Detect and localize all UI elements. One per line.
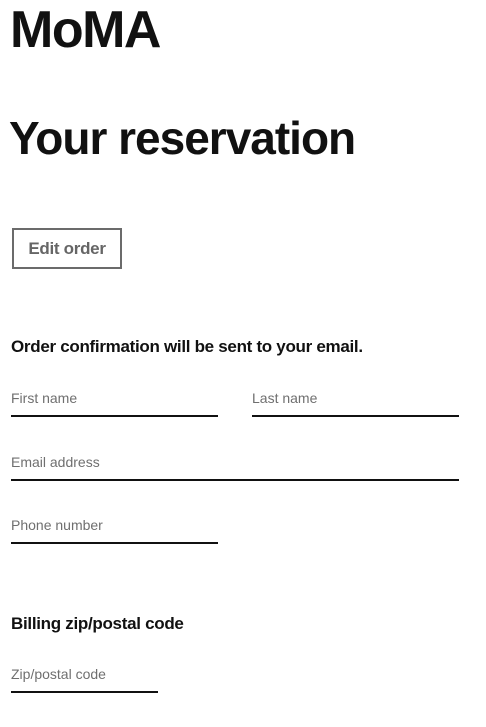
moma-logo[interactable]: MoMA bbox=[10, 2, 161, 58]
zip-postal-code-field[interactable] bbox=[11, 663, 158, 693]
edit-order-button[interactable]: Edit order bbox=[12, 228, 122, 269]
email-field[interactable] bbox=[11, 451, 459, 481]
billing-zip-heading: Billing zip/postal code bbox=[11, 614, 184, 633]
order-confirmation-heading: Order confirmation will be sent to your … bbox=[11, 337, 363, 356]
last-name-field[interactable] bbox=[252, 387, 459, 417]
page-title: Your reservation bbox=[9, 112, 356, 164]
phone-field[interactable] bbox=[11, 514, 218, 544]
first-name-field[interactable] bbox=[11, 387, 218, 417]
